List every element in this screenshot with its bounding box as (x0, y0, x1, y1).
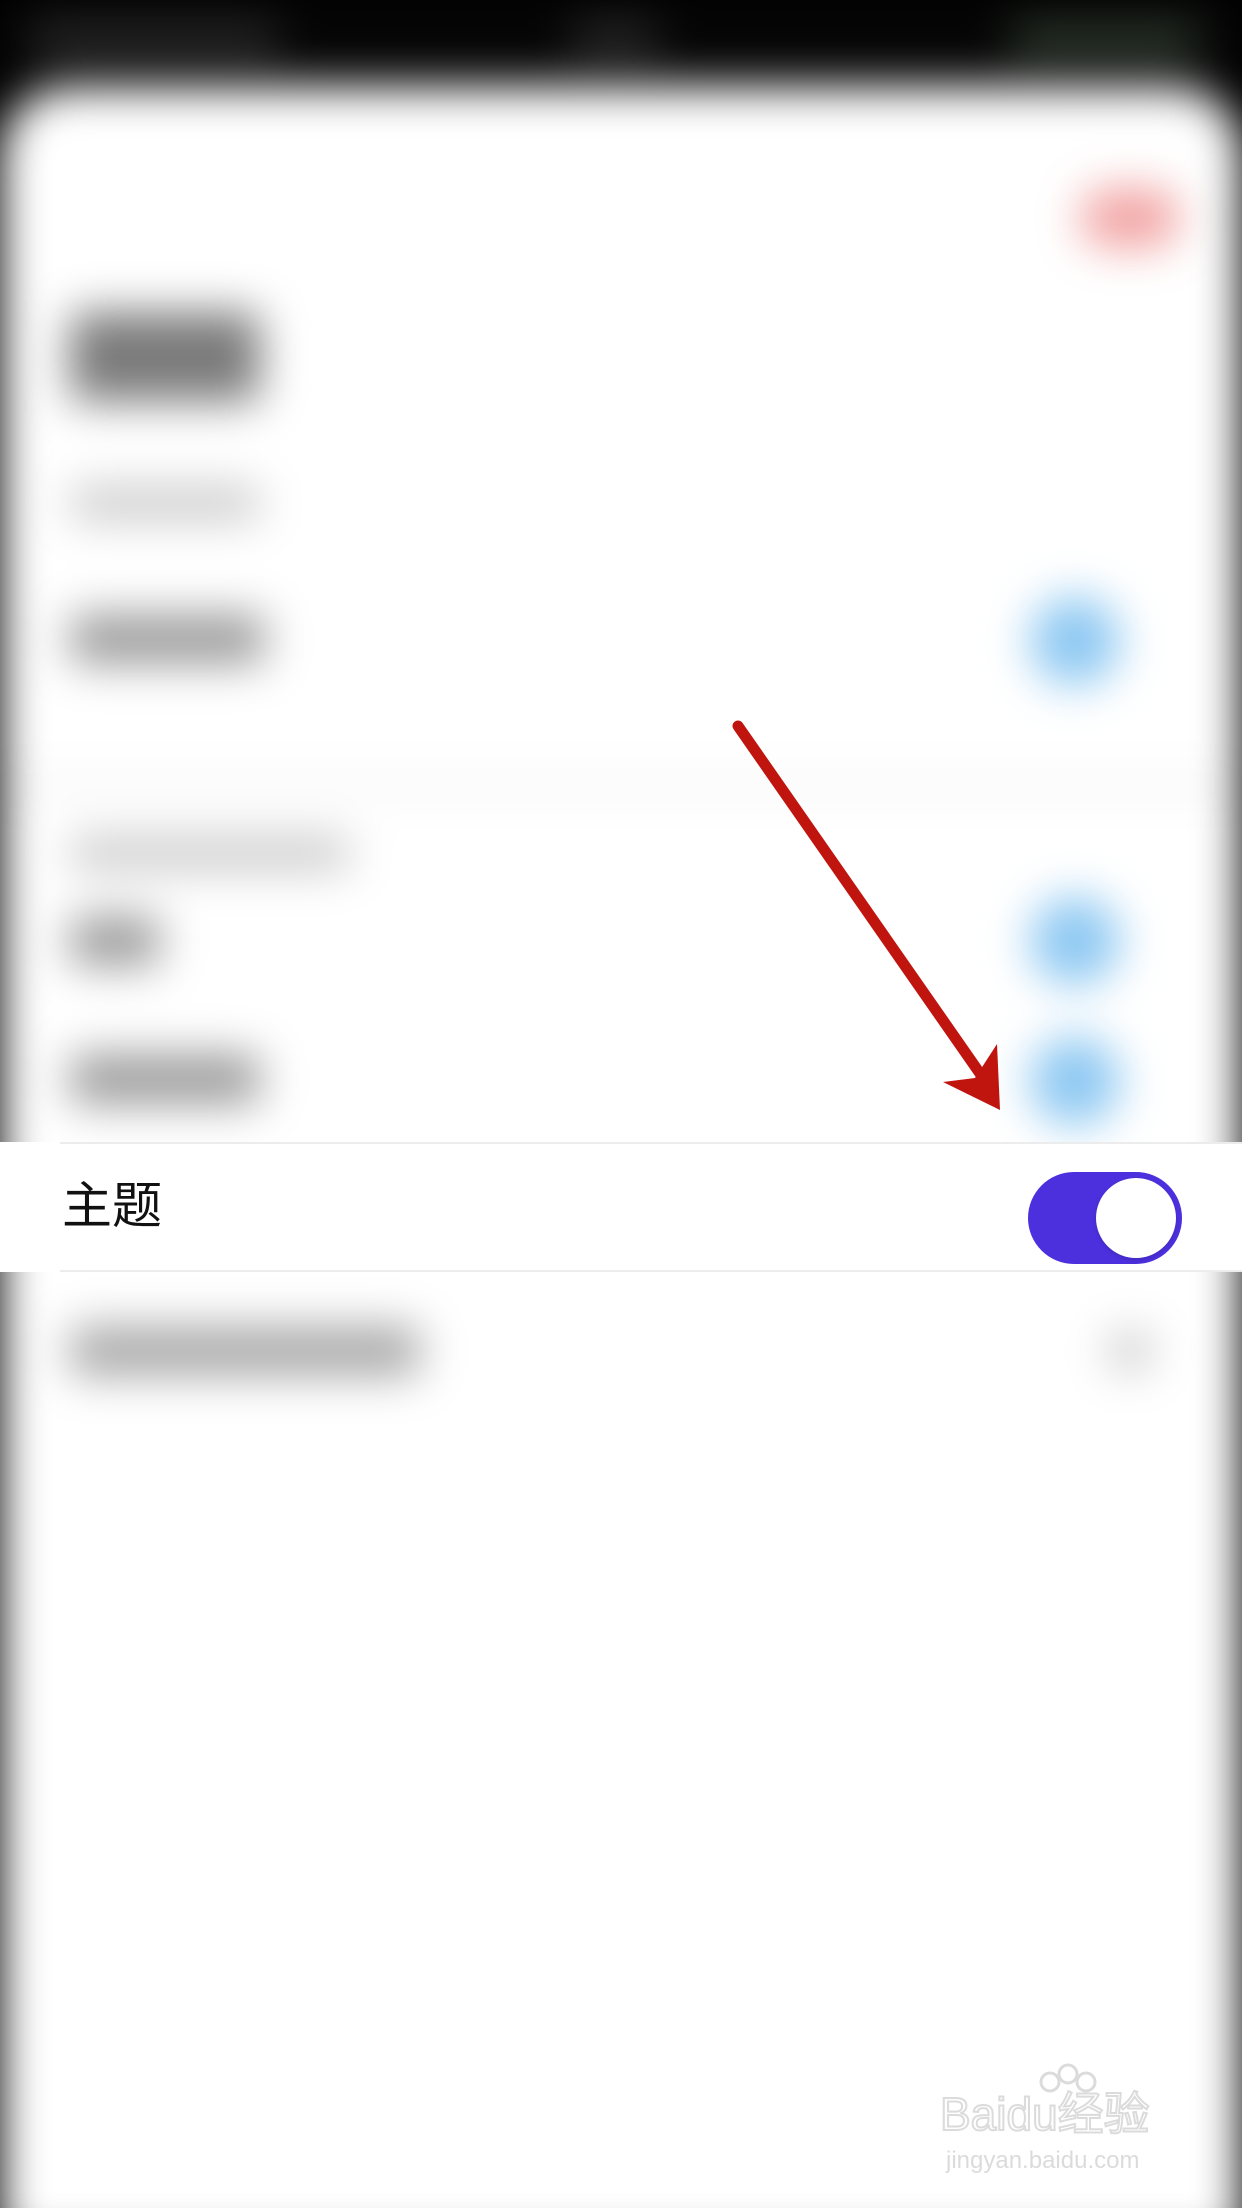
section-gap-blur (0, 776, 1242, 796)
toggle-knob (1096, 1178, 1176, 1258)
close-button-blur (1080, 188, 1180, 248)
row-divider (60, 1142, 1242, 1144)
baidu-jingyan-watermark: Baidu经验 jingyan.baidu.com (940, 2063, 1151, 2174)
status-icons-blur (1010, 22, 1200, 56)
toggle-blur (1030, 896, 1120, 986)
watermark-brand: Baidu经验 (940, 2088, 1150, 2140)
section-header-blur (70, 836, 350, 870)
row-label-blur (70, 1054, 260, 1104)
toggle-blur (1030, 596, 1120, 686)
screen: 主题 Baidu经验 jingyan.baidu.com (0, 0, 1242, 2208)
theme-toggle[interactable] (1028, 1172, 1182, 1264)
row-label-blur (70, 614, 265, 664)
sheet-title-blur (70, 312, 260, 402)
theme-label: 主题 (62, 1177, 162, 1235)
section-header-blur (70, 486, 260, 520)
row-label-blur (70, 1326, 420, 1376)
status-time-blur (30, 22, 280, 56)
watermark-url: jingyan.baidu.com (945, 2147, 1139, 2174)
blurred-background (0, 0, 1242, 2208)
chevron-blur (1110, 1331, 1150, 1371)
row-label-blur (70, 916, 160, 966)
status-bar (0, 0, 1242, 90)
status-center-blur (570, 22, 660, 56)
toggle-blur (1030, 1036, 1120, 1126)
theme-setting-row: 主题 (0, 1142, 1242, 1272)
row-divider (60, 1270, 1242, 1272)
